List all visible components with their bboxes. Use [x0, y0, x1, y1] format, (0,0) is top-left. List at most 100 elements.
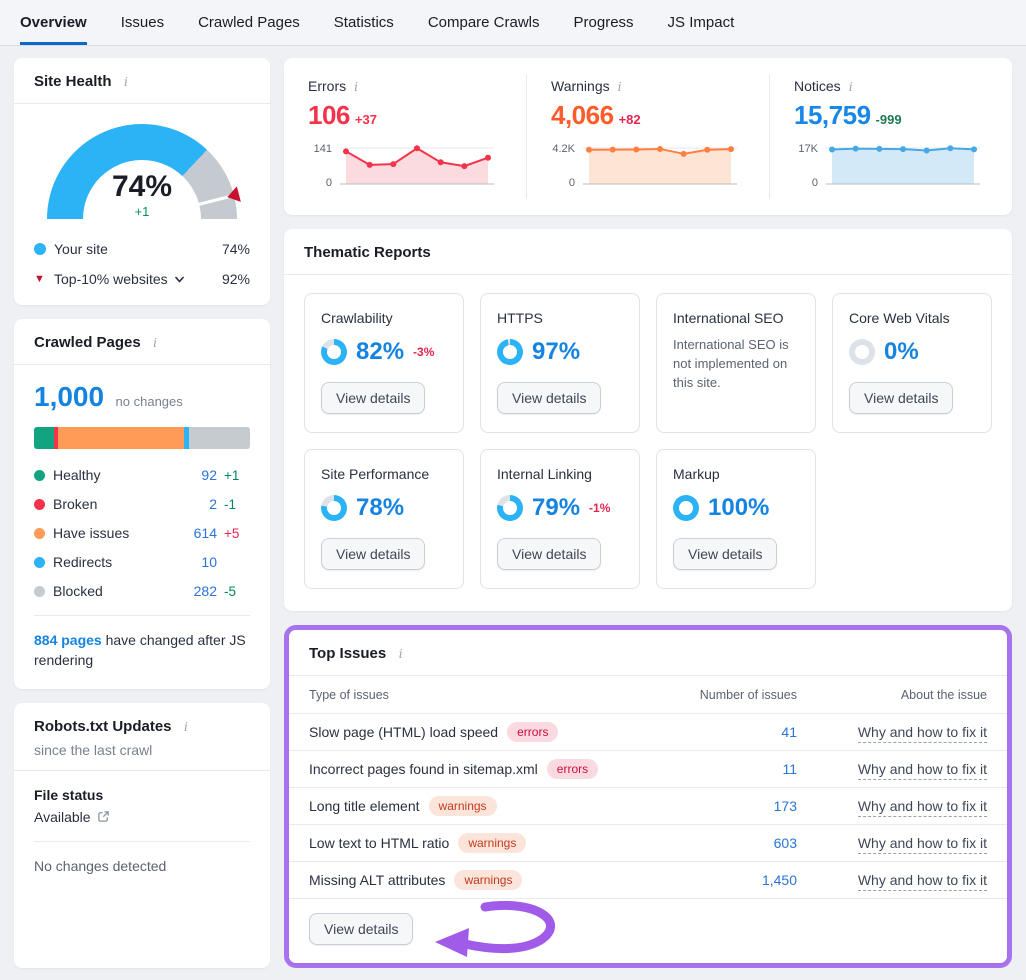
info-icon[interactable]: i: [153, 336, 157, 350]
issue-badge-warnings: warnings: [429, 796, 497, 816]
info-icon[interactable]: i: [618, 80, 622, 94]
warnings-axis-labels: 4.2K0: [551, 141, 581, 191]
file-status-label: File status: [34, 787, 250, 803]
col-number-of-issues: Number of issues: [657, 688, 797, 702]
card-title: Site Performance: [321, 466, 447, 482]
notices-label-row: Noticesi: [794, 78, 988, 94]
view-details-button[interactable]: View details: [497, 382, 601, 414]
view-details-button[interactable]: View details: [849, 382, 953, 414]
tab-progress[interactable]: Progress: [574, 0, 634, 45]
info-icon[interactable]: i: [184, 720, 188, 734]
tab-overview[interactable]: Overview: [20, 0, 87, 45]
view-details-button[interactable]: View details: [321, 382, 425, 414]
legend-value: 92%: [222, 271, 250, 287]
legend-delta: -1: [224, 497, 250, 512]
notices-stat-block: Noticesi15,759-99917K0: [769, 74, 1012, 199]
progress-ring-icon: [497, 339, 523, 365]
legend-dot-icon: [34, 557, 45, 568]
bar-segment-healthy: [34, 427, 54, 449]
info-icon[interactable]: i: [354, 80, 358, 94]
robots-subtitle: since the last crawl: [34, 742, 250, 758]
info-icon[interactable]: i: [849, 80, 853, 94]
stats-panel: Errorsi106+371410Warningsi4,066+824.2K0N…: [284, 58, 1012, 215]
thematic-title: Thematic Reports: [304, 244, 431, 261]
robots-body: File status Available No changes detecte…: [14, 771, 270, 930]
issue-name: Slow page (HTML) load speed: [309, 724, 498, 740]
why-how-to-fix-link[interactable]: Why and how to fix it: [858, 872, 987, 891]
view-details-button[interactable]: View details: [321, 538, 425, 570]
issue-name: Incorrect pages found in sitemap.xml: [309, 761, 538, 777]
axis-min: 0: [794, 177, 818, 189]
tab-crawled-pages[interactable]: Crawled Pages: [198, 0, 300, 45]
why-how-to-fix-link[interactable]: Why and how to fix it: [858, 761, 987, 780]
card-score: 0%: [884, 338, 919, 366]
legend-value[interactable]: 2: [183, 496, 217, 512]
top-issues-header: Top Issues i: [289, 630, 1007, 676]
tab-statistics[interactable]: Statistics: [334, 0, 394, 45]
axis-max: 4.2K: [551, 143, 575, 155]
legend-value[interactable]: 282: [183, 583, 217, 599]
warnings-stat-block: Warningsi4,066+824.2K0: [526, 74, 769, 199]
view-details-button[interactable]: View details: [497, 538, 601, 570]
crawled-pages-title: Crawled Pages: [34, 334, 141, 351]
issue-name: Low text to HTML ratio: [309, 835, 449, 851]
top-issues-title: Top Issues: [309, 645, 386, 662]
warnings-label-row: Warnings i: [551, 78, 745, 94]
info-icon[interactable]: i: [399, 647, 403, 661]
issue-count[interactable]: 41: [657, 724, 797, 740]
info-icon[interactable]: i: [124, 75, 128, 89]
legend-label: Healthy: [53, 467, 183, 483]
legend-label: Top-10% websites: [54, 271, 168, 287]
legend-dot-icon: [34, 528, 45, 539]
js-rendering-note: 884 pages have changed after JS renderin…: [34, 615, 250, 671]
card-title: Core Web Vitals: [849, 310, 975, 326]
legend-top10-websites[interactable]: ▼ Top-10% websites 92%: [34, 271, 250, 287]
card-delta: -1%: [589, 501, 610, 515]
card-title: Markup: [673, 466, 799, 482]
legend-label: Your site: [54, 241, 108, 257]
site-health-delta: +1: [47, 204, 237, 219]
why-how-to-fix-link[interactable]: Why and how to fix it: [858, 835, 987, 854]
tab-issues[interactable]: Issues: [121, 0, 164, 45]
thematic-header: Thematic Reports: [284, 229, 1012, 275]
view-details-button[interactable]: View details: [673, 538, 777, 570]
site-health-title: Site Health: [34, 73, 112, 90]
tab-js-impact[interactable]: JS Impact: [668, 0, 735, 45]
external-link-icon[interactable]: [97, 810, 110, 823]
progress-ring-icon: [321, 495, 347, 521]
progress-ring-icon: [673, 495, 699, 521]
pages-changed-link[interactable]: 884 pages: [34, 632, 102, 648]
divider: [34, 841, 250, 842]
gauge-text: 74% +1: [47, 172, 237, 219]
chevron-down-icon[interactable]: [174, 274, 185, 285]
issue-count[interactable]: 1,450: [657, 872, 797, 888]
warnings-label: Warnings: [551, 78, 610, 94]
thematic-card-https: HTTPS97%View details: [480, 293, 640, 433]
legend-value[interactable]: 614: [183, 525, 217, 541]
issue-count[interactable]: 603: [657, 835, 797, 851]
legend-your-site: Your site 74%: [34, 241, 250, 257]
crawled-pages-body: 1,000 no changes Healthy92+1Broken2-1Hav…: [14, 365, 270, 689]
progress-ring-icon: [321, 339, 347, 365]
issue-badge-warnings: warnings: [454, 870, 522, 890]
issue-count[interactable]: 11: [657, 761, 797, 777]
legend-item-redirects: Redirects10: [34, 554, 250, 570]
why-how-to-fix-link[interactable]: Why and how to fix it: [858, 724, 987, 743]
issue-row-incorrect-pages-found-in-sitemap-xml: Incorrect pages found in sitemap.xmlerro…: [289, 750, 1007, 787]
legend-value[interactable]: 92: [183, 467, 217, 483]
legend-value[interactable]: 10: [183, 554, 217, 570]
red-triangle-down-icon: ▼: [34, 273, 46, 285]
tab-compare-crawls[interactable]: Compare Crawls: [428, 0, 540, 45]
legend-label: Blocked: [53, 583, 183, 599]
legend-label: Have issues: [53, 525, 183, 541]
why-how-to-fix-link[interactable]: Why and how to fix it: [858, 798, 987, 817]
axis-min: 0: [308, 177, 332, 189]
view-details-button[interactable]: View details: [309, 913, 413, 945]
blue-dot-icon: [34, 243, 46, 255]
issue-count[interactable]: 173: [657, 798, 797, 814]
legend-dot-icon: [34, 586, 45, 597]
site-health-panel: Site Health i 74% +1: [14, 58, 270, 305]
thematic-card-crawlability: Crawlability82%-3%View details: [304, 293, 464, 433]
legend-item-have-issues: Have issues614+5: [34, 525, 250, 541]
thematic-card-internal-linking: Internal Linking79%-1%View details: [480, 449, 640, 589]
